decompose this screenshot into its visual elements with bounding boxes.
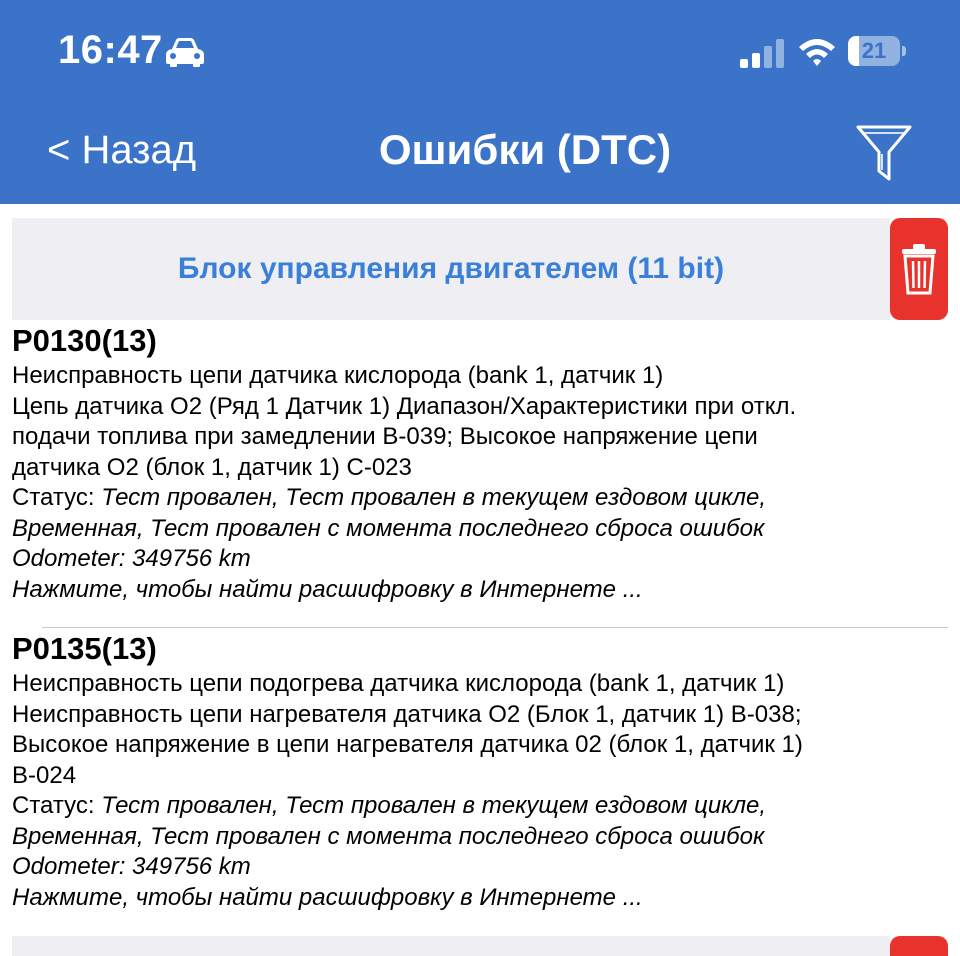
dtc-odometer: Odometer: 349756 km (12, 852, 948, 883)
odometer-value: Odometer: 349756 km (12, 853, 251, 880)
search-link[interactable]: Нажмите, чтобы найти расшифровку в Интер… (12, 883, 948, 914)
dtc-code: P0130(13) (12, 323, 157, 358)
battery-body: 21 (848, 36, 900, 66)
search-link[interactable]: Нажмите, чтобы найти расшифровку в Интер… (12, 575, 948, 606)
title-wrap: Ошибки (DTC) (0, 126, 960, 174)
dtc-odometer: Odometer: 349756 km (12, 544, 948, 575)
odometer-value: Odometer: 349756 km (12, 545, 251, 572)
dtc-status: Статус: Тест провален, Тест провален в т… (12, 483, 948, 514)
dtc-status: Статус: Тест провален, Тест провален в т… (12, 791, 948, 822)
next-delete-button[interactable] (890, 936, 948, 956)
dtc-description-line: Неисправность цепи датчика кислорода (ba… (12, 362, 664, 389)
status-value: Временная, Тест провален с момента после… (12, 514, 765, 542)
dtc-description-line: датчика O2 (блок 1, датчик 1) C-023 (12, 453, 412, 481)
status-value: Тест провален, Тест провален в текущем е… (101, 792, 767, 819)
divider (42, 627, 948, 628)
dtc-description-line: B-024 (12, 761, 77, 789)
dtc-description-line: Неисправность цепи нагревателя датчика O… (12, 700, 802, 728)
battery-icon: 21 (848, 36, 906, 66)
wifi-icon (799, 39, 835, 66)
status-value: Временная, Тест провален с момента после… (12, 822, 765, 850)
dtc-status-continued: Временная, Тест провален с момента после… (12, 514, 948, 545)
search-link-text: Нажмите, чтобы найти расшифровку в Интер… (12, 575, 643, 603)
status-label: Статус: (12, 484, 102, 511)
dtc-description-line: Неисправность цепи подогрева датчика кис… (12, 670, 785, 697)
delete-button[interactable] (890, 218, 948, 320)
status-value: Тест провален, Тест провален в текущем е… (101, 484, 767, 511)
dtc-description-line: подачи топлива при замедлении B-039; Выс… (12, 423, 758, 450)
status-time: 16:47 (58, 28, 163, 72)
dtc-description-line: Высокое напряжение в цепи нагревателя да… (12, 731, 803, 758)
signal-icon (740, 39, 784, 68)
status-label: Статус: (12, 792, 102, 819)
dtc-item[interactable]: P0135(13) Неисправность цепи подогрева д… (12, 631, 948, 913)
car-icon (166, 38, 204, 67)
dtc-description-line: Цепь датчика O2 (Ряд 1 Датчик 1) Диапазо… (12, 392, 797, 420)
dtc-code: P0135(13) (12, 631, 157, 666)
battery-cap (902, 46, 906, 56)
trash-icon (902, 244, 936, 295)
section-title: Блок управления двигателем (11 bit) (177, 252, 725, 285)
battery-level: 21 (861, 38, 887, 63)
dtc-status-continued: Временная, Тест провален с момента после… (12, 822, 948, 853)
next-section-header (12, 936, 890, 956)
top-bar: 16:47 21 < Назад Ошибки (DTC) (0, 0, 960, 204)
search-link-text: Нажмите, чтобы найти расшифровку в Интер… (12, 883, 643, 911)
filter-icon[interactable] (856, 124, 912, 182)
page-title: Ошибки (DTC) (378, 126, 672, 173)
dtc-item[interactable]: P0130(13) Неисправность цепи датчика кис… (12, 323, 948, 605)
section-header: Блок управления двигателем (11 bit) (12, 218, 890, 320)
